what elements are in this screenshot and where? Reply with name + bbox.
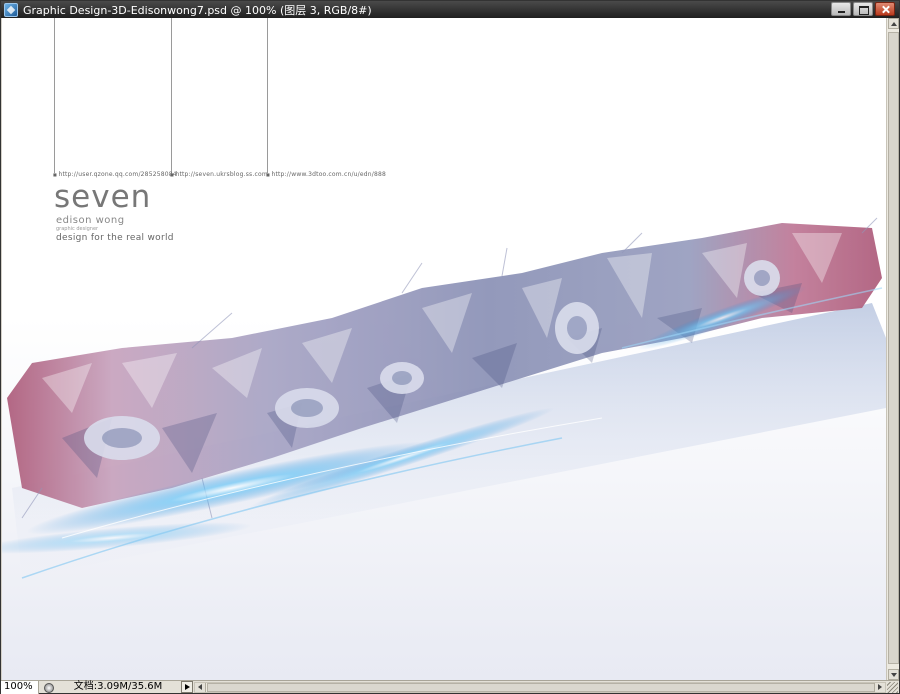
vertical-scroll-thumb[interactable]: [888, 32, 899, 664]
title-bar[interactable]: Graphic Design-3D-Edisonwong7.psd @ 100%…: [1, 1, 899, 18]
logo-wordmark: seven: [54, 179, 152, 215]
zoom-level-field[interactable]: 100%: [1, 680, 39, 694]
close-icon: [876, 3, 894, 15]
url-text: http://www.3dtoo.com.cn/u/edn/888: [266, 171, 386, 178]
status-bar: 100% 文档:3.09M/35.6M: [1, 680, 899, 694]
vertical-scrollbar[interactable]: [886, 18, 899, 680]
window-controls: [831, 2, 895, 16]
window-title: Graphic Design-3D-Edisonwong7.psd @ 100%…: [23, 3, 372, 17]
logo-name: edison wong: [56, 215, 125, 226]
logo-role: graphic designer: [56, 226, 99, 232]
horizontal-scroll-thumb[interactable]: [207, 683, 875, 692]
url-text: http://user.qzone.qq.com/285258084: [53, 171, 177, 178]
resize-grip[interactable]: [887, 682, 898, 693]
url-text: http://seven.ukrsblog.ss.com: [170, 171, 268, 178]
scroll-up-button[interactable]: [888, 18, 899, 29]
guide-line: [54, 18, 55, 173]
sphere-icon[interactable]: [41, 681, 55, 693]
close-button[interactable]: [875, 2, 895, 16]
arrow-left-icon: [198, 684, 202, 690]
guide-line: [267, 18, 268, 173]
horizontal-scrollbar[interactable]: [194, 682, 886, 693]
minimize-icon: [832, 3, 850, 15]
3d-typography-artwork: [2, 217, 886, 680]
maximize-button[interactable]: [853, 2, 873, 16]
status-menu-button[interactable]: [181, 681, 193, 693]
document-size-info: 文档:3.09M/35.6M: [73, 681, 163, 692]
scroll-down-button[interactable]: [888, 669, 899, 680]
logo-tagline: design for the real world: [56, 233, 174, 243]
scroll-left-button[interactable]: [195, 683, 206, 692]
document-window: Graphic Design-3D-Edisonwong7.psd @ 100%…: [0, 0, 900, 694]
guide-line: [171, 18, 172, 173]
document-canvas[interactable]: http://user.qzone.qq.com/285258084 http:…: [2, 18, 886, 680]
maximize-icon: [854, 3, 872, 15]
arrow-down-icon: [891, 673, 897, 677]
photoshop-document-icon: [4, 2, 18, 17]
scroll-right-button[interactable]: [874, 683, 885, 692]
arrow-up-icon: [891, 22, 897, 26]
arrow-right-icon: [878, 684, 882, 690]
minimize-button[interactable]: [831, 2, 851, 16]
